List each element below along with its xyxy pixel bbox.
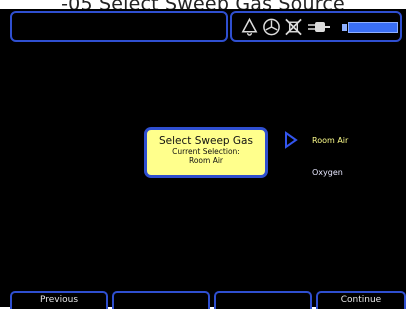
plug-disconnected-icon bbox=[285, 18, 302, 36]
battery-terminal bbox=[342, 24, 347, 31]
status-area bbox=[230, 11, 402, 42]
softkey-bar: Previous Continue bbox=[0, 291, 406, 309]
power-plug-icon bbox=[308, 22, 330, 32]
dialog-title: Select Sweep Gas bbox=[159, 135, 253, 147]
battery-indicator-icon bbox=[348, 22, 398, 33]
continue-button[interactable]: Continue bbox=[316, 291, 406, 309]
top-bar bbox=[0, 9, 406, 45]
fan-icon bbox=[263, 18, 280, 36]
alarm-bell-icon bbox=[241, 17, 258, 36]
select-sweep-gas-dialog: Select Sweep Gas Current Selection: Room… bbox=[144, 127, 268, 178]
softkey-blank-1[interactable] bbox=[112, 291, 210, 309]
option-oxygen[interactable]: Oxygen bbox=[312, 168, 343, 177]
previous-button[interactable]: Previous bbox=[10, 291, 108, 309]
selection-pointer-icon bbox=[285, 131, 298, 149]
title-area bbox=[10, 11, 228, 42]
dialog-current-selection-label: Current Selection: bbox=[172, 147, 240, 156]
softkey-blank-2[interactable] bbox=[214, 291, 312, 309]
device-display: Select Sweep Gas Current Selection: Room… bbox=[0, 9, 406, 309]
dialog-current-selection-value: Room Air bbox=[188, 156, 224, 165]
option-room-air[interactable]: Room Air bbox=[312, 136, 348, 145]
main-screen: Select Sweep Gas Current Selection: Room… bbox=[10, 47, 402, 289]
